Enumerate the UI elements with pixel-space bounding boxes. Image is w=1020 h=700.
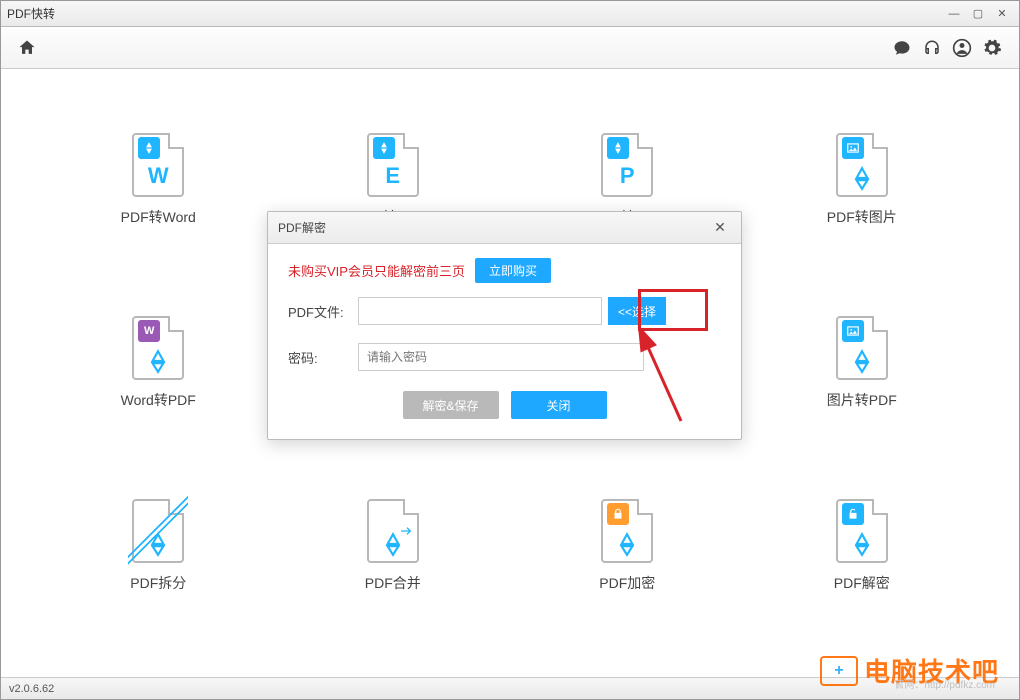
support-button[interactable] bbox=[917, 33, 947, 63]
settings-button[interactable] bbox=[977, 33, 1007, 63]
image-badge-icon bbox=[842, 320, 864, 342]
tile-label: PDF加密 bbox=[599, 573, 655, 593]
version-text: v2.0.6.62 bbox=[9, 683, 54, 695]
pdf-glyph-icon bbox=[134, 531, 182, 557]
pdf-glyph-icon bbox=[134, 348, 182, 374]
word-badge-icon: W bbox=[138, 320, 160, 342]
tile-pdf-decrypt[interactable]: PDF解密 bbox=[745, 454, 980, 637]
tile-label: PDF转图片 bbox=[827, 207, 897, 227]
pdf-glyph-icon bbox=[603, 531, 651, 557]
tile-label: PDF解密 bbox=[834, 573, 890, 593]
tile-word-to-pdf[interactable]: W Word转PDF bbox=[41, 272, 276, 455]
headset-icon bbox=[923, 39, 941, 57]
dialog-title: PDF解密 bbox=[278, 219, 326, 236]
tile-label: PDF拆分 bbox=[130, 573, 186, 593]
tile-label: 图片转PDF bbox=[827, 390, 897, 410]
maximize-button[interactable]: ▢ bbox=[967, 5, 989, 23]
pdf-glyph-icon bbox=[838, 165, 886, 191]
pdf-glyph-icon bbox=[838, 531, 886, 557]
chat-icon bbox=[893, 39, 911, 57]
vip-warning-text: 未购买VIP会员只能解密前三页 bbox=[288, 261, 465, 280]
file-label: PDF文件: bbox=[288, 302, 358, 321]
tile-pdf-to-word[interactable]: W PDF转Word bbox=[41, 89, 276, 272]
close-window-button[interactable]: ✕ bbox=[991, 5, 1013, 23]
app-window: PDF快转 — ▢ ✕ W PDF转Word bbox=[0, 0, 1020, 700]
unlock-badge-icon bbox=[842, 503, 864, 525]
letter-e-icon: E bbox=[369, 163, 417, 189]
tile-pdf-split[interactable]: PDF拆分 bbox=[41, 454, 276, 637]
titlebar: PDF快转 — ▢ ✕ bbox=[1, 1, 1019, 27]
home-icon bbox=[17, 38, 37, 58]
dialog-close-button[interactable]: ✕ bbox=[709, 217, 731, 239]
password-input[interactable] bbox=[358, 343, 644, 371]
watermark: + 电脑技术吧 官网：http://pdfkz.com bbox=[820, 652, 999, 689]
watermark-icon: + bbox=[820, 656, 858, 686]
image-badge-icon bbox=[842, 137, 864, 159]
tile-pdf-encrypt[interactable]: PDF加密 bbox=[510, 454, 745, 637]
toolbar bbox=[1, 27, 1019, 69]
gear-icon bbox=[982, 38, 1002, 58]
chat-button[interactable] bbox=[887, 33, 917, 63]
file-path-input[interactable] bbox=[358, 297, 602, 325]
dialog-header[interactable]: PDF解密 ✕ bbox=[268, 212, 741, 244]
pdf-badge-icon bbox=[138, 137, 160, 159]
account-button[interactable] bbox=[947, 33, 977, 63]
close-dialog-button[interactable]: 关闭 bbox=[511, 391, 607, 419]
pdf-glyph-icon bbox=[838, 348, 886, 374]
pdf-decrypt-dialog: PDF解密 ✕ 未购买VIP会员只能解密前三页 立即购买 PDF文件: <<选择… bbox=[267, 211, 742, 440]
tile-label: Word转PDF bbox=[121, 390, 196, 410]
minimize-button[interactable]: — bbox=[943, 5, 965, 23]
tile-image-to-pdf[interactable]: 图片转PDF bbox=[745, 272, 980, 455]
tile-pdf-to-image[interactable]: PDF转图片 bbox=[745, 89, 980, 272]
user-icon bbox=[952, 38, 972, 58]
letter-p-icon: P bbox=[603, 163, 651, 189]
tile-label: PDF转Word bbox=[121, 207, 196, 227]
window-title: PDF快转 bbox=[7, 5, 55, 22]
decrypt-save-button[interactable]: 解密&保存 bbox=[403, 391, 499, 419]
password-label: 密码: bbox=[288, 348, 358, 367]
tile-pdf-merge[interactable]: PDF合并 bbox=[276, 454, 511, 637]
pdf-badge-icon bbox=[607, 137, 629, 159]
select-file-button[interactable]: <<选择 bbox=[608, 297, 666, 325]
letter-w-icon: W bbox=[134, 163, 182, 189]
merge-arrow-icon bbox=[399, 523, 415, 539]
watermark-url: 官网：http://pdfkz.com bbox=[894, 676, 995, 691]
buy-vip-button[interactable]: 立即购买 bbox=[475, 258, 551, 283]
pdf-badge-icon bbox=[373, 137, 395, 159]
tile-label: PDF合并 bbox=[365, 573, 421, 593]
home-button[interactable] bbox=[13, 34, 41, 62]
lock-badge-icon bbox=[607, 503, 629, 525]
